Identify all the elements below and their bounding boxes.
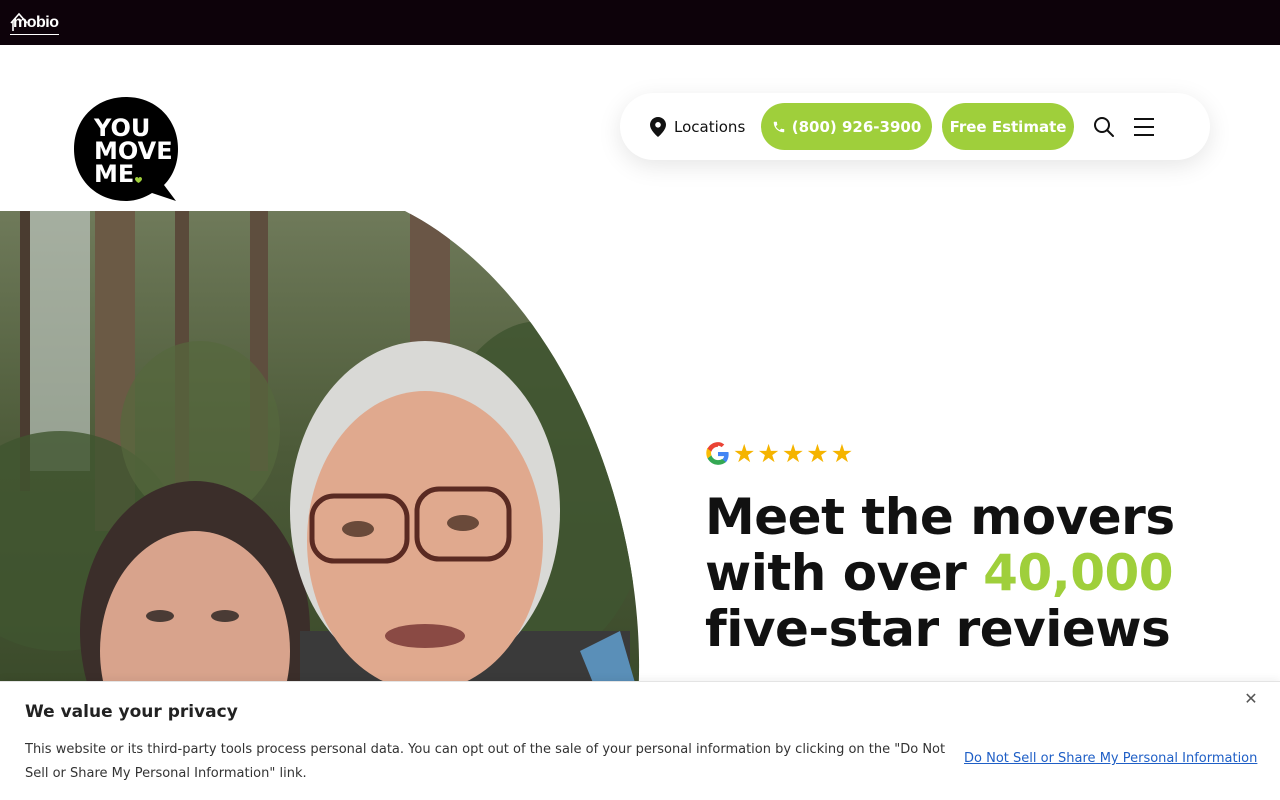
- location-pin-icon: [650, 117, 666, 137]
- free-estimate-label: Free Estimate: [949, 117, 1067, 136]
- logo-line-3: ME: [94, 160, 134, 188]
- phone-icon: [773, 121, 784, 132]
- locations-label: Locations: [674, 118, 746, 136]
- close-banner-button[interactable]: ✕: [1243, 691, 1259, 707]
- headline-line-2-prefix: with over: [705, 544, 984, 602]
- header-nav: Locations (800) 926-3900 Free Estimate: [620, 93, 1210, 160]
- privacy-body: This website or its third-party tools pr…: [25, 742, 946, 781]
- hero-image: [0, 211, 640, 700]
- phone-button[interactable]: (800) 926-3900: [761, 103, 932, 150]
- menu-button[interactable]: [1132, 115, 1156, 139]
- headline-line-3: five-star reviews: [705, 600, 1171, 658]
- star-icon: ★: [757, 439, 780, 468]
- star-icon: ★: [806, 439, 829, 468]
- do-not-sell-link[interactable]: Do Not Sell or Share My Personal Informa…: [964, 751, 1257, 766]
- phone-number: (800) 926-3900: [791, 117, 922, 136]
- search-button[interactable]: [1092, 115, 1116, 139]
- you-move-me-logo[interactable]: YOU MOVE ME: [72, 95, 180, 203]
- star-icon: ★: [733, 439, 756, 468]
- privacy-title: We value your privacy: [25, 702, 238, 722]
- hamburger-menu-icon: [1134, 118, 1154, 136]
- headline-line-1: Meet the movers: [705, 488, 1175, 546]
- star-icon: ★: [781, 439, 805, 468]
- headline-review-count: 40,000: [983, 544, 1174, 602]
- privacy-banner: We value your privacy This website or it…: [0, 681, 1280, 800]
- free-estimate-button[interactable]: Free Estimate: [942, 103, 1074, 150]
- mobio-logo-text: mobio: [10, 12, 59, 35]
- google-rating: ★ ★ ★ ★ ★: [705, 440, 853, 468]
- star-icon: ★: [830, 439, 854, 468]
- close-icon: ✕: [1244, 689, 1258, 708]
- search-icon: [1094, 117, 1114, 137]
- locations-link[interactable]: Locations: [650, 115, 745, 139]
- google-icon: [706, 442, 729, 465]
- top-bar: mobio: [0, 0, 1280, 45]
- mobio-logo[interactable]: mobio: [10, 11, 59, 35]
- hero-headline: Meet the movers with over 40,000 five-st…: [705, 489, 1265, 657]
